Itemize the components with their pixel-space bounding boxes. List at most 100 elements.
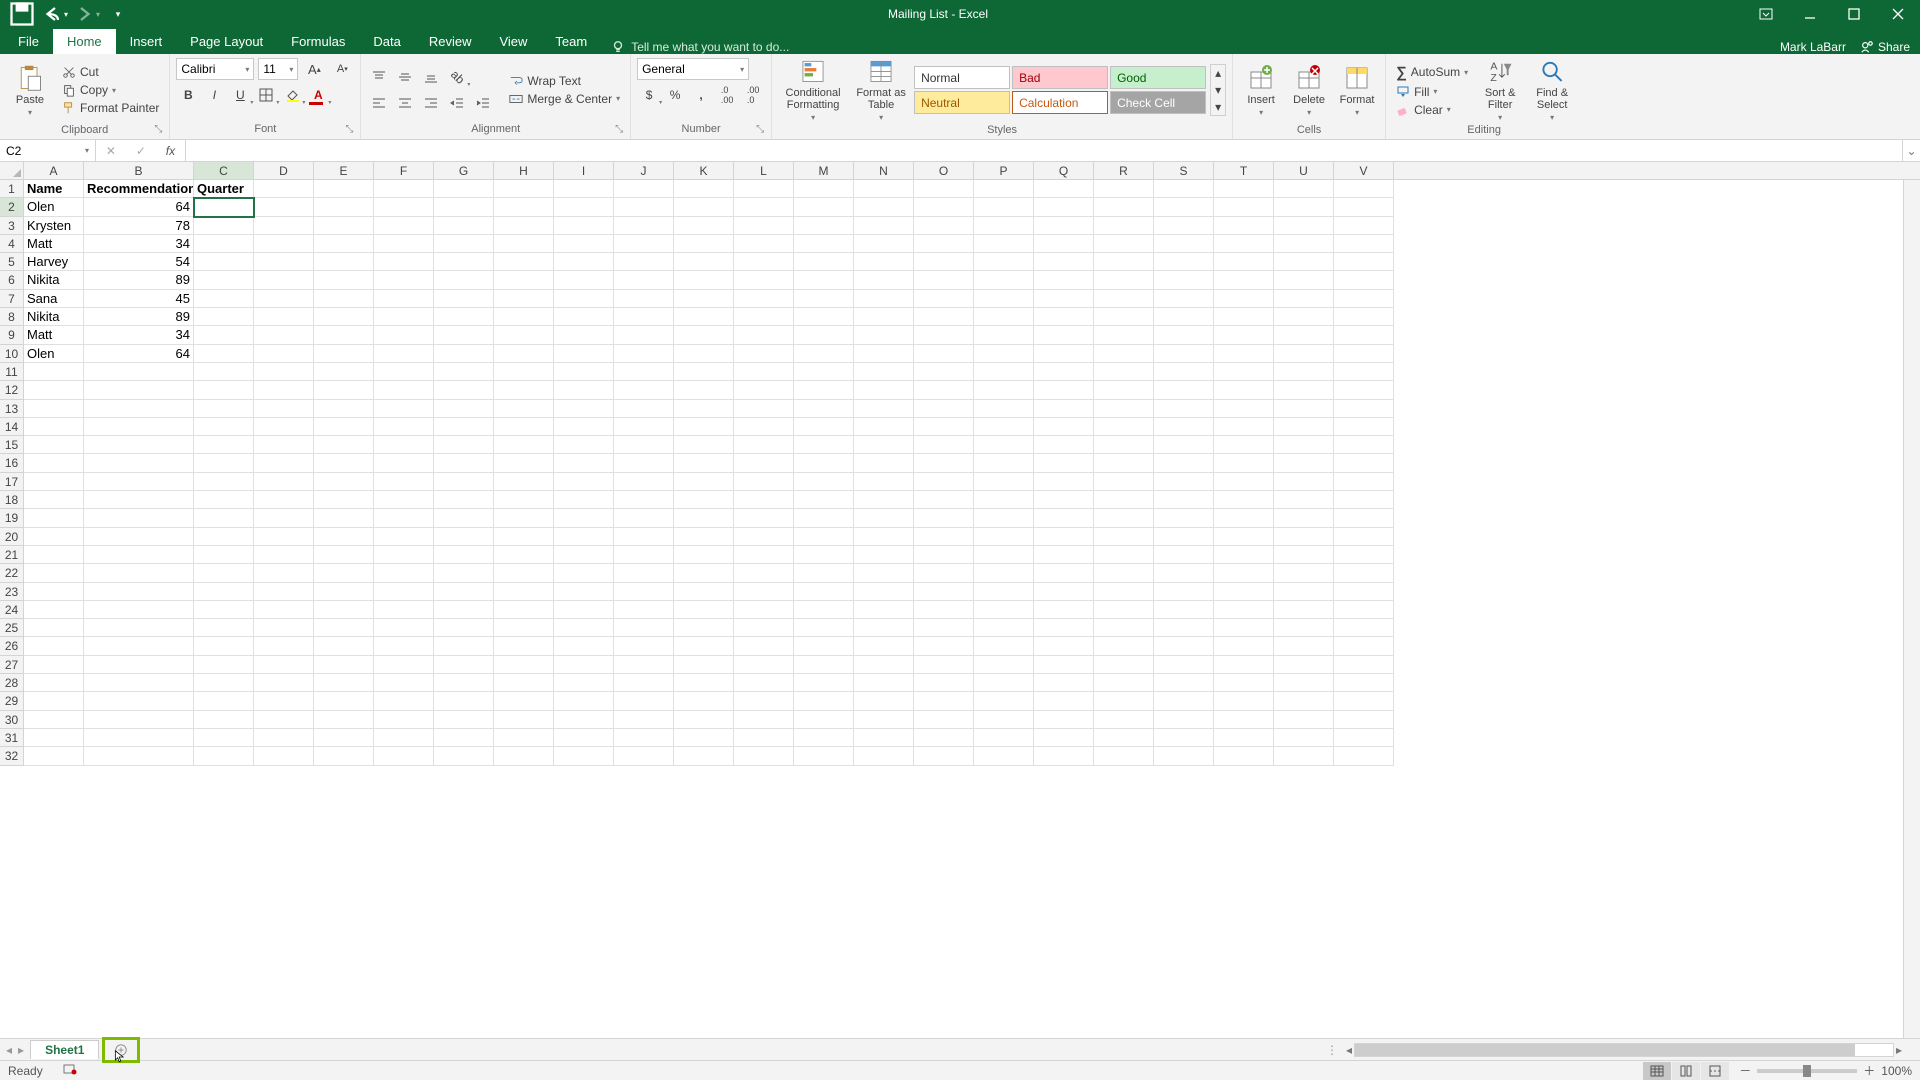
cell[interactable] — [794, 692, 854, 710]
cell[interactable] — [1154, 583, 1214, 601]
cell[interactable] — [614, 454, 674, 472]
cell[interactable] — [1094, 180, 1154, 198]
cell[interactable] — [314, 601, 374, 619]
cell[interactable] — [314, 583, 374, 601]
cell[interactable] — [194, 601, 254, 619]
align-left-button[interactable] — [367, 92, 391, 114]
cell[interactable] — [1334, 217, 1394, 235]
cell[interactable] — [914, 656, 974, 674]
italic-button[interactable]: I — [202, 84, 226, 106]
cell[interactable] — [1334, 674, 1394, 692]
cell[interactable] — [614, 180, 674, 198]
cell[interactable] — [374, 674, 434, 692]
cell[interactable] — [314, 418, 374, 436]
copy-button[interactable]: Copy▾ — [58, 82, 163, 98]
cell[interactable] — [314, 674, 374, 692]
cell[interactable] — [614, 711, 674, 729]
conditional-formatting-button[interactable]: Conditional Formatting▾ — [778, 58, 848, 122]
cell[interactable] — [734, 711, 794, 729]
cell[interactable] — [794, 637, 854, 655]
cell[interactable] — [554, 418, 614, 436]
cell[interactable] — [24, 418, 84, 436]
cell[interactable] — [1214, 381, 1274, 399]
column-header-B[interactable]: B — [84, 162, 194, 179]
cell[interactable] — [314, 454, 374, 472]
cell[interactable] — [194, 345, 254, 363]
cell[interactable]: 45 — [84, 290, 194, 308]
cell[interactable] — [1034, 345, 1094, 363]
cell[interactable] — [314, 180, 374, 198]
cell[interactable] — [1334, 637, 1394, 655]
cell[interactable] — [1094, 583, 1154, 601]
cell[interactable] — [554, 235, 614, 253]
view-page-layout-button[interactable] — [1672, 1062, 1700, 1080]
cell[interactable] — [84, 418, 194, 436]
wrap-text-button[interactable]: Wrap Text — [505, 73, 624, 89]
horizontal-scrollbar[interactable] — [1354, 1043, 1894, 1057]
cell[interactable] — [1214, 601, 1274, 619]
cell[interactable] — [494, 564, 554, 582]
cell[interactable] — [1214, 637, 1274, 655]
cell[interactable] — [1094, 546, 1154, 564]
cell[interactable] — [974, 747, 1034, 765]
cell[interactable] — [24, 692, 84, 710]
cell[interactable] — [734, 363, 794, 381]
cell[interactable] — [734, 180, 794, 198]
row-header[interactable]: 17 — [0, 473, 24, 491]
cell[interactable] — [374, 546, 434, 564]
cell[interactable] — [554, 308, 614, 326]
column-header-O[interactable]: O — [914, 162, 974, 179]
cell[interactable] — [84, 674, 194, 692]
cell[interactable] — [554, 601, 614, 619]
cell[interactable] — [434, 747, 494, 765]
cell[interactable] — [494, 473, 554, 491]
cell[interactable] — [914, 308, 974, 326]
cell[interactable] — [1334, 290, 1394, 308]
cell[interactable] — [1154, 546, 1214, 564]
cell[interactable] — [24, 436, 84, 454]
cell[interactable] — [1154, 619, 1214, 637]
cell[interactable] — [854, 729, 914, 747]
insert-cells-button[interactable]: Insert▾ — [1239, 58, 1283, 122]
cell[interactable] — [974, 473, 1034, 491]
cell[interactable] — [1094, 400, 1154, 418]
cell[interactable] — [374, 217, 434, 235]
cell[interactable] — [314, 400, 374, 418]
cell[interactable] — [194, 198, 254, 216]
cell[interactable] — [194, 271, 254, 289]
orientation-button[interactable]: ab▾ — [445, 66, 469, 88]
cell[interactable] — [1214, 454, 1274, 472]
cell[interactable] — [914, 564, 974, 582]
cell[interactable] — [794, 326, 854, 344]
cancel-formula-icon[interactable]: ✕ — [106, 144, 116, 158]
cell[interactable] — [914, 637, 974, 655]
cell[interactable] — [794, 473, 854, 491]
cell[interactable] — [794, 509, 854, 527]
cell[interactable] — [24, 473, 84, 491]
decrease-decimal-button[interactable]: .00.0 — [741, 84, 765, 106]
cell[interactable] — [254, 363, 314, 381]
cell[interactable] — [794, 345, 854, 363]
cell[interactable] — [734, 308, 794, 326]
cell[interactable] — [734, 674, 794, 692]
close-icon[interactable] — [1876, 0, 1920, 28]
cell[interactable] — [914, 235, 974, 253]
cell[interactable] — [1154, 729, 1214, 747]
hscroll-right-arrow[interactable]: ▸ — [1894, 1043, 1904, 1057]
cell[interactable] — [84, 619, 194, 637]
cell[interactable]: Harvey — [24, 253, 84, 271]
cell[interactable] — [854, 271, 914, 289]
cell[interactable] — [974, 674, 1034, 692]
cell[interactable] — [734, 400, 794, 418]
cell[interactable] — [734, 546, 794, 564]
cell[interactable] — [794, 253, 854, 271]
cell[interactable] — [24, 601, 84, 619]
font-size-select[interactable]: 11▾ — [258, 58, 298, 80]
cell[interactable] — [1274, 217, 1334, 235]
cell[interactable] — [1334, 656, 1394, 674]
cell[interactable] — [1334, 564, 1394, 582]
cell[interactable] — [734, 381, 794, 399]
cell[interactable] — [1094, 528, 1154, 546]
cell[interactable] — [1094, 235, 1154, 253]
cell[interactable] — [194, 528, 254, 546]
